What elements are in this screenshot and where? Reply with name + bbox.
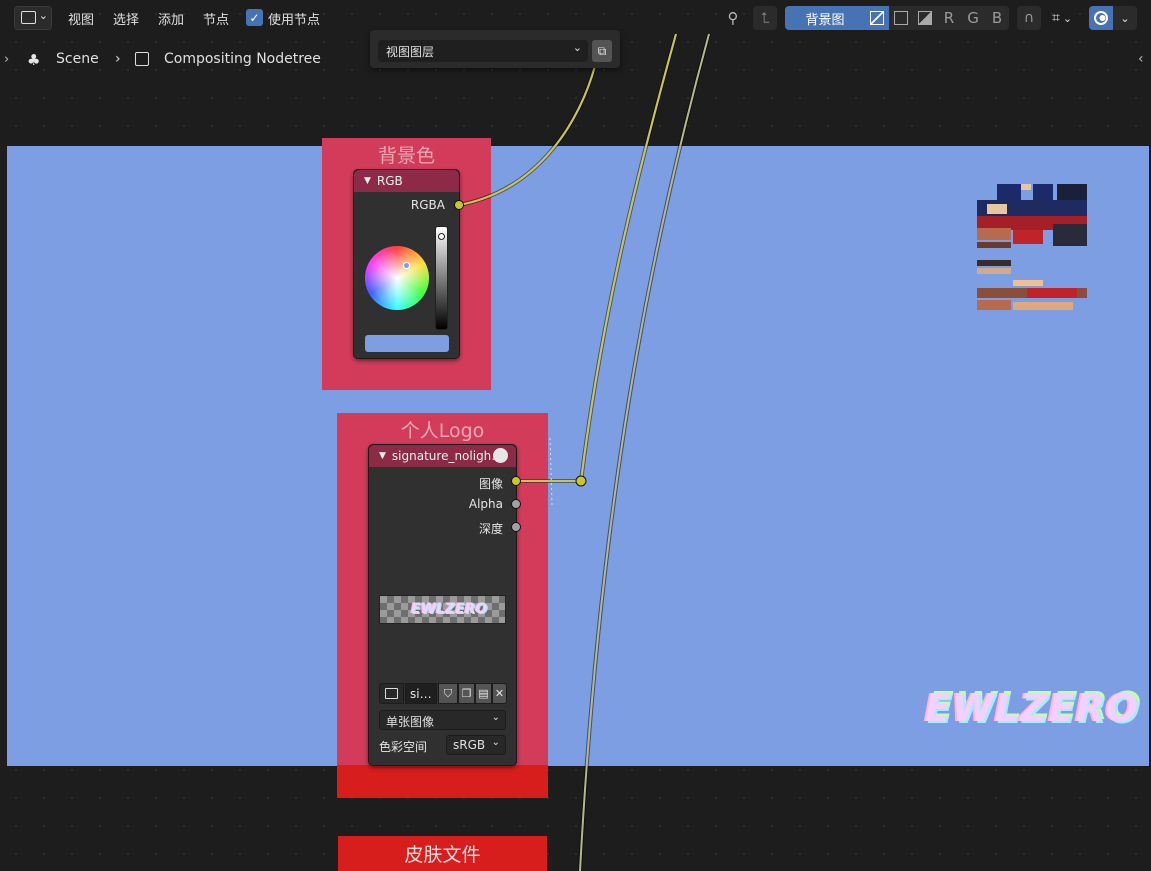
new-view-layer-button[interactable]: ⧉ — [592, 40, 612, 62]
image-icon — [894, 11, 908, 25]
backdrop-toggle[interactable]: 背景图 — [785, 6, 865, 30]
node-editor-icon — [21, 11, 36, 24]
channel-g[interactable]: G — [961, 6, 985, 30]
editor-type-button[interactable]: ⌄ — [14, 6, 52, 30]
rgb-link — [458, 65, 597, 207]
sidebar-toggle-icon[interactable]: ‹ — [1138, 51, 1144, 67]
magnet-icon: ∩ — [1023, 10, 1035, 26]
chevron-down-icon: ⌄ — [38, 9, 48, 22]
use-nodes-label[interactable]: 使用节点 — [268, 9, 320, 28]
grid-snap-icon: ⌗ — [1051, 10, 1060, 26]
color-alpha-icon — [870, 11, 884, 25]
overlays-dropdown[interactable]: ⌄ — [1113, 6, 1137, 30]
menu-add[interactable]: 添加 — [158, 9, 184, 28]
backdrop-label: 背景图 — [805, 12, 845, 28]
backdrop-channels: R G B — [865, 6, 1009, 30]
scene-icon: ♣ — [27, 51, 41, 69]
pin-button[interactable]: ⚲ — [722, 7, 744, 29]
menu-select[interactable]: 选择 — [113, 9, 139, 28]
image-socket — [511, 476, 521, 486]
depth-socket — [511, 522, 521, 532]
chevron-right-icon: › — [4, 52, 10, 67]
alpha-socket — [511, 499, 521, 509]
view-layer-value: 视图图层 — [386, 45, 435, 59]
channel-color[interactable] — [889, 6, 913, 30]
arrow-up-icon: ⮤ — [760, 9, 770, 27]
breadcrumb-scene: Scene — [56, 51, 99, 67]
node-links — [454, 33, 711, 871]
view-layer-select[interactable]: 视图图层 ⌄ — [378, 40, 588, 62]
overlay-icon — [1094, 11, 1108, 25]
editor-header: ⌄ 视图 选择 添加 节点 ✓ 使用节点 ⚲ ⮤ 背景图 R G B ∩ ⌗ ⌄… — [0, 0, 1151, 36]
nodetree-icon — [135, 52, 149, 66]
chevron-right-icon: › — [115, 51, 121, 67]
menu-node[interactable]: 节点 — [203, 9, 229, 28]
snap-mode-select[interactable]: ⌗ ⌄ — [1043, 6, 1081, 30]
reroute-node — [575, 475, 587, 487]
pin-icon: ⚲ — [727, 9, 739, 27]
chevron-down-icon: ⌄ — [1062, 11, 1073, 25]
channel-r[interactable]: R — [937, 6, 961, 30]
breadcrumb-nodetree: Compositing Nodetree — [164, 51, 321, 67]
use-nodes-checkbox[interactable]: ✓ — [246, 9, 263, 26]
parent-tree-button[interactable]: ⮤ — [753, 6, 777, 30]
rgba-socket — [454, 200, 464, 210]
channel-b[interactable]: B — [985, 6, 1009, 30]
snap-toggle[interactable]: ∩ — [1017, 6, 1041, 30]
channel-alpha[interactable] — [913, 6, 937, 30]
overlays-toggle[interactable] — [1089, 6, 1113, 30]
channel-color-alpha[interactable] — [865, 6, 889, 30]
chevron-down-icon: ⌄ — [1120, 11, 1130, 25]
alpha-icon — [918, 11, 932, 25]
menu-view[interactable]: 视图 — [68, 9, 94, 28]
checkmark-icon: ✓ — [249, 10, 260, 25]
copy-icon: ⧉ — [597, 43, 607, 58]
chevron-down-icon: ⌄ — [572, 41, 582, 54]
